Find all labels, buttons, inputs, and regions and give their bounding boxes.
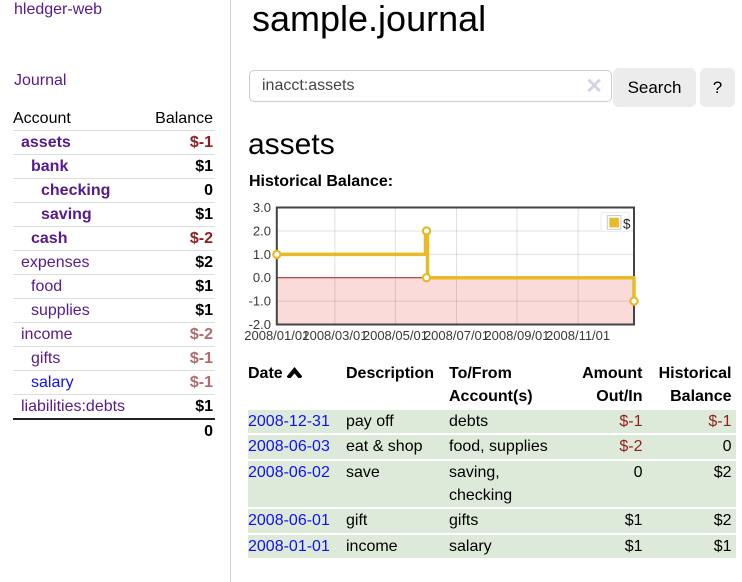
svg-text:2008/01/01: 2008/01/01 [244, 328, 309, 343]
svg-text:-1.0: -1.0 [249, 294, 271, 309]
svg-text:3.0: 3.0 [253, 200, 271, 215]
svg-text:$: $ [623, 217, 631, 232]
svg-text:2008/11/01: 2008/11/01 [546, 328, 610, 343]
svg-text:2008/05/01: 2008/05/01 [363, 328, 428, 343]
svg-text:2.0: 2.0 [253, 224, 271, 239]
svg-text:0.0: 0.0 [253, 270, 271, 285]
svg-text:1.0: 1.0 [253, 247, 271, 262]
svg-text:2008/03/01: 2008/03/01 [302, 328, 367, 343]
svg-text:2008/07/01: 2008/07/01 [424, 328, 489, 343]
svg-text:2008/09/01: 2008/09/01 [484, 328, 549, 343]
